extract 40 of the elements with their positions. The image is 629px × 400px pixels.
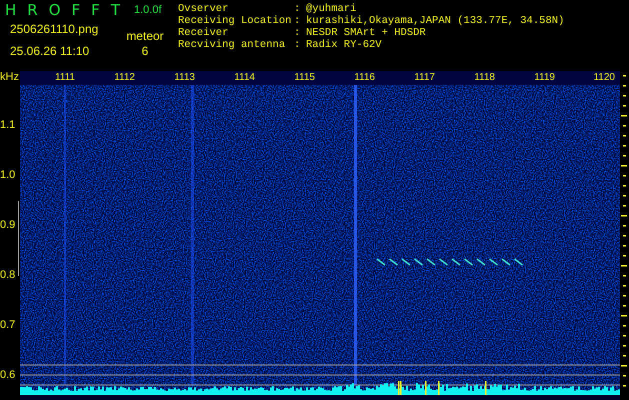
- detection-count: 6: [142, 44, 148, 58]
- frequency-label: 1120: [593, 71, 615, 85]
- info-separator: :: [294, 15, 302, 27]
- frequency-label: 1112: [114, 71, 135, 85]
- frequency-label: 0.8: [0, 269, 16, 281]
- info-separator: :: [294, 39, 302, 51]
- app-title: R: [27, 2, 38, 18]
- info-value: NESDR SMArt + HDSDR: [306, 27, 426, 39]
- frequency-label: 1115: [294, 71, 315, 85]
- version-label: 1.0.0f: [134, 3, 162, 17]
- frequency-label: 1.0: [0, 169, 16, 181]
- frequency-label: 0.7: [0, 319, 16, 331]
- axis-unit: kHz: [0, 71, 20, 85]
- info-value: kurashiki,Okayama,JAPAN (133.77E, 34.58N): [306, 15, 564, 27]
- frequency-label: 1113: [174, 71, 195, 85]
- info-label: Ovserver: [178, 3, 230, 15]
- frequency-label: 0.6: [0, 369, 16, 381]
- frequency-label: 1117: [414, 71, 435, 85]
- detection-label: meteor: [126, 29, 164, 43]
- info-label: Recviving antenna: [178, 39, 286, 51]
- app-title: F: [91, 2, 100, 18]
- info-separator: :: [294, 3, 302, 15]
- info-label: Receiving Location: [178, 15, 292, 27]
- file-name: 2506261110.png: [10, 22, 100, 36]
- frequency-label: 1.1: [0, 119, 16, 131]
- info-separator: :: [294, 27, 302, 39]
- app-title: T: [110, 2, 120, 18]
- app-title: O: [48, 2, 61, 18]
- frequency-label: 1111: [54, 71, 75, 85]
- info-label: Receiver: [178, 27, 230, 39]
- date-time: 25.06.26 11:10: [10, 44, 90, 58]
- app-title: F: [72, 2, 80, 18]
- frequency-label: 1116: [354, 71, 375, 85]
- app-title: H: [5, 2, 16, 18]
- frequency-label: 1114: [234, 71, 255, 85]
- info-value: Radix RY-62V: [306, 39, 382, 51]
- frequency-label: 1118: [474, 71, 495, 85]
- frequency-label: 1119: [534, 71, 555, 85]
- info-value: @yuhmari: [306, 3, 356, 15]
- frequency-label: 0.9: [0, 219, 16, 231]
